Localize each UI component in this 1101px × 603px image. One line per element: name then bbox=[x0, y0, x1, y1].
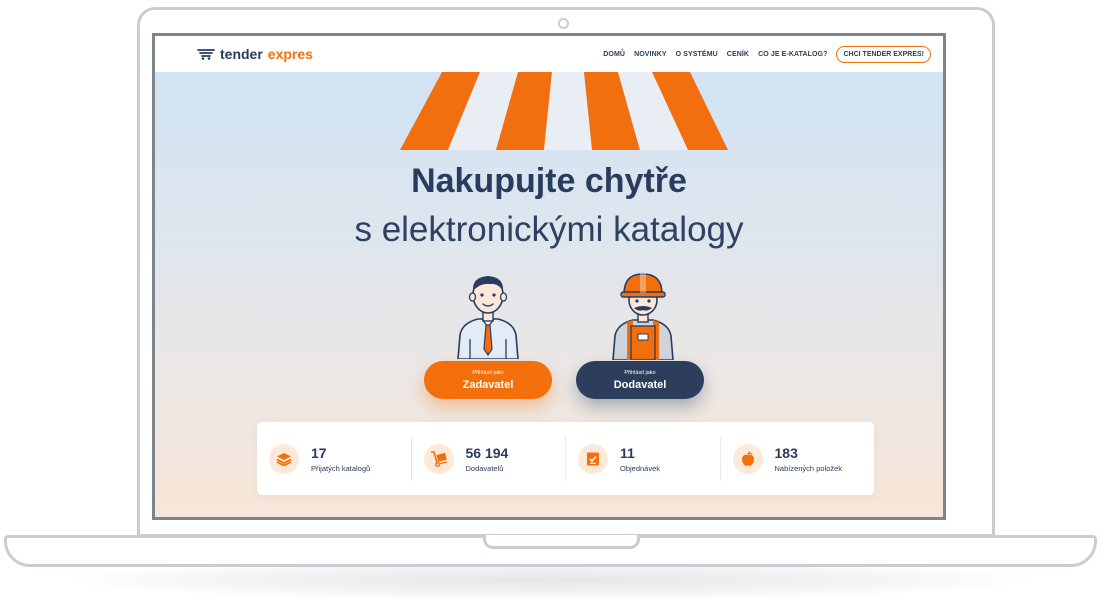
supplier-character-illustration bbox=[612, 273, 674, 360]
stat-items-value: 183 bbox=[774, 444, 798, 461]
stat-catalogs-value: 17 bbox=[311, 444, 327, 461]
stat-items-label: Nabízených položek bbox=[774, 463, 843, 473]
logo-text-expres: expres bbox=[267, 46, 313, 62]
stat-orders-value: 11 bbox=[620, 444, 635, 461]
hero-subtitle: s elektronickými katalogy bbox=[354, 210, 744, 249]
nav-what-is-ecatalog[interactable]: CO JE E-KATALOG? bbox=[758, 51, 827, 58]
login-client-button[interactable]: Přihlásit jako Zadavatel bbox=[424, 361, 552, 399]
login-supplier-button[interactable]: Přihlásit jako Dodavatel bbox=[576, 361, 704, 399]
stat-orders: 11 Objednávek bbox=[565, 436, 720, 481]
cta-button[interactable]: CHCI TENDER EXPRES! bbox=[836, 45, 931, 63]
main-nav: DOMŮ NOVINKY O SYSTÉMU CENÍK CO JE E-KAT… bbox=[603, 45, 931, 63]
website-screen: tender expres DOMŮ NOVINKY O SYSTÉMU CEN… bbox=[152, 33, 946, 520]
cart-logo-icon bbox=[197, 48, 215, 60]
apple-icon bbox=[732, 443, 763, 474]
nav-pricing[interactable]: CENÍK bbox=[727, 51, 749, 58]
nav-home[interactable]: DOMŮ bbox=[603, 51, 625, 58]
stat-suppliers-label: Dodavatelů bbox=[465, 463, 504, 473]
stat-catalogs: 17 Přijatých katalogů bbox=[257, 437, 411, 481]
hero-title: Nakupujte chytře bbox=[411, 162, 687, 200]
stat-orders-label: Objednávek bbox=[620, 463, 661, 473]
stat-suppliers-value: 56 194 bbox=[465, 444, 509, 461]
logo[interactable]: tender expres bbox=[197, 46, 313, 62]
login-supplier-caption: Přihlásit jako bbox=[624, 369, 656, 376]
stats-panel: 17 Přijatých katalogů 56 194 Dodavatelů bbox=[257, 422, 874, 495]
laptop-camera bbox=[558, 18, 569, 29]
login-client-caption: Přihlásit jako bbox=[472, 369, 504, 376]
stat-suppliers: 56 194 Dodavatelů bbox=[410, 436, 566, 481]
client-character-illustration bbox=[457, 276, 519, 359]
nav-news[interactable]: NOVINKY bbox=[634, 51, 667, 58]
stat-catalogs-label: Přijatých katalogů bbox=[311, 463, 371, 473]
nav-about-system[interactable]: O SYSTÉMU bbox=[676, 51, 718, 58]
login-client-label: Zadavatel bbox=[462, 378, 514, 391]
checklist-icon bbox=[578, 443, 608, 474]
logo-text-tender: tender bbox=[220, 46, 263, 62]
laptop-notch bbox=[483, 535, 640, 549]
stat-items: 183 Nabízených položek bbox=[719, 436, 875, 481]
login-supplier-label: Dodavatel bbox=[613, 378, 667, 391]
awning-illustration bbox=[400, 72, 728, 150]
navbar: tender expres DOMŮ NOVINKY O SYSTÉMU CEN… bbox=[155, 36, 943, 72]
layers-icon bbox=[269, 443, 299, 474]
hand-truck-icon bbox=[423, 443, 454, 474]
